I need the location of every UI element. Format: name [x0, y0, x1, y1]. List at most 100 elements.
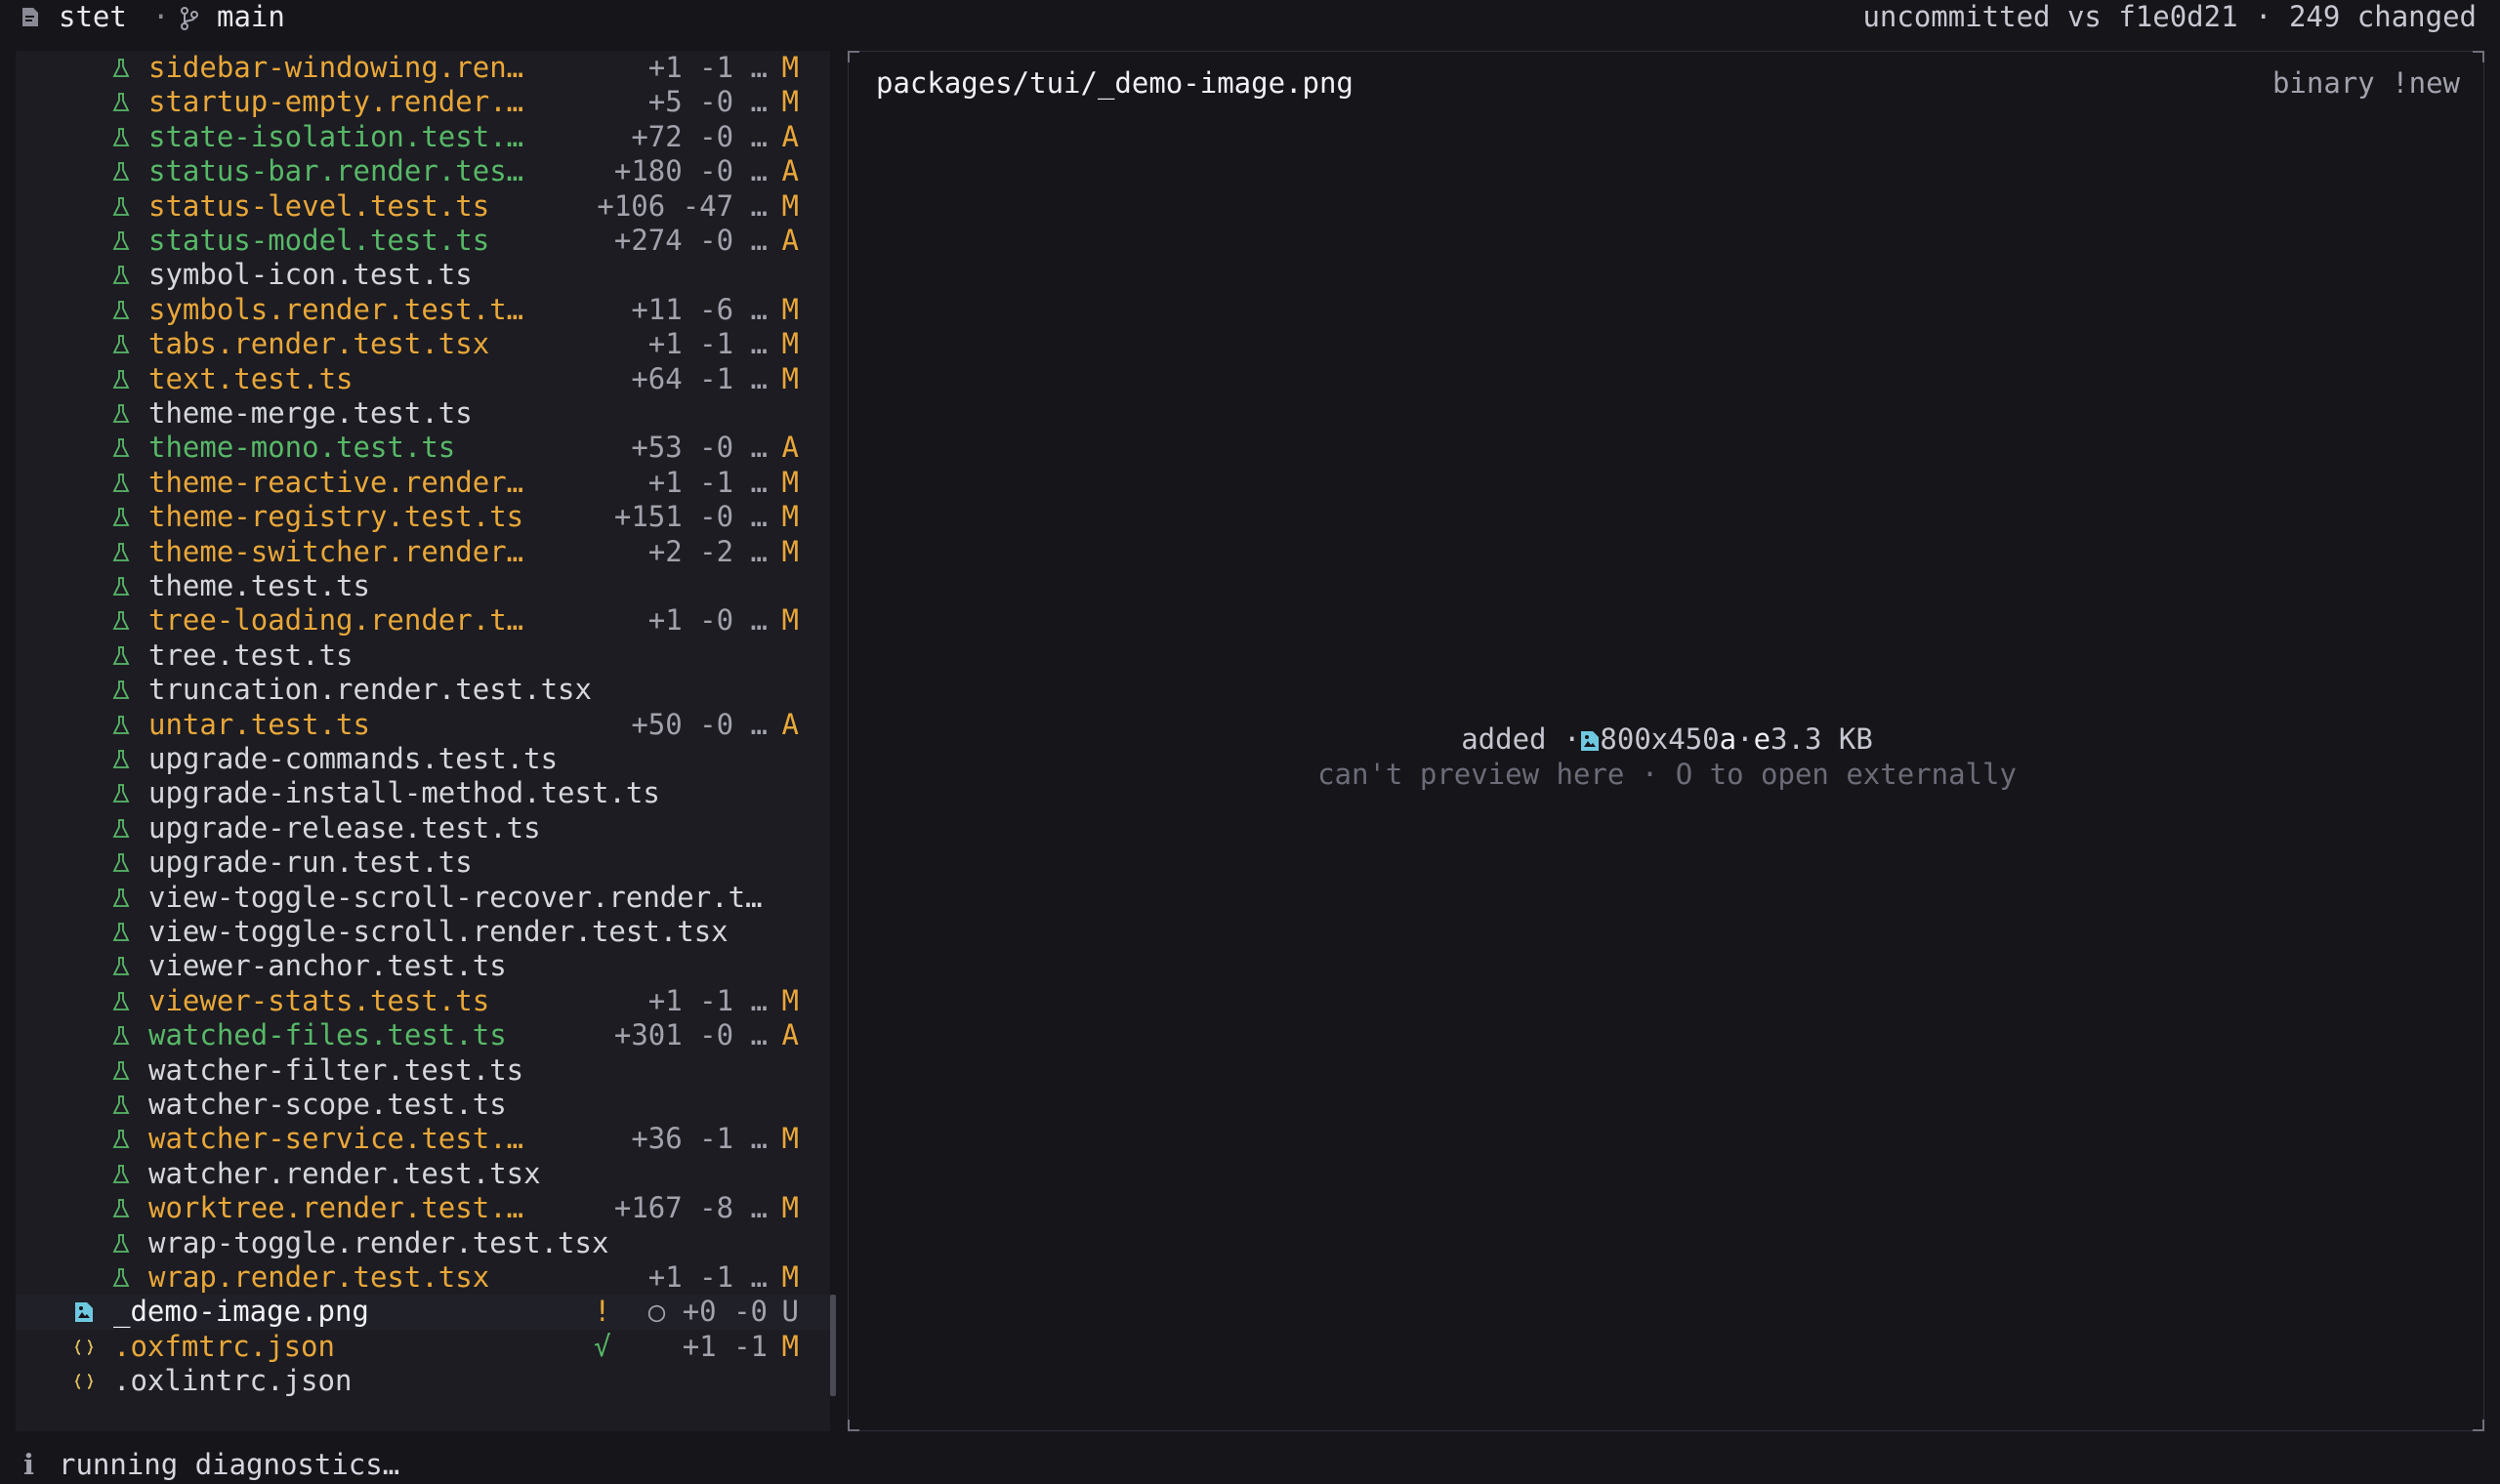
pane-corner: [848, 51, 859, 62]
change-badge: M: [781, 534, 799, 568]
file-name: wrap-toggle.render.test.tsx: [148, 1225, 609, 1259]
json-icon: [74, 1364, 94, 1398]
file-tree-row[interactable]: upgrade-release.test.ts: [16, 811, 830, 845]
change-badge: M: [781, 51, 799, 84]
flask-icon: [111, 1088, 131, 1122]
file-tree-row[interactable]: wrap.render.test.tsx +1 -1 … M: [16, 1260, 830, 1295]
file-tree-row[interactable]: untar.test.ts +50 -0 … A: [16, 708, 830, 742]
file-tree-row[interactable]: _demo-image.png! ○ +0 -0 U: [16, 1295, 830, 1330]
file-tree-row[interactable]: tabs.render.test.tsx +1 -1 … M: [16, 327, 830, 361]
diff-stats: ○ +0 -0: [647, 1295, 768, 1329]
change-badge: M: [781, 1260, 799, 1294]
file-tree-row[interactable]: startup-empty.render.… +5 -0 … M: [16, 85, 830, 119]
flask-icon: [111, 1122, 131, 1156]
file-tree-row[interactable]: state-isolation.test.… +72 -0 … A: [16, 120, 830, 154]
file-name: state-isolation.test.…: [148, 119, 524, 153]
sidebar-scrollbar[interactable]: [830, 1295, 836, 1396]
image-icon: [1581, 731, 1600, 751]
file-tree-row[interactable]: theme-reactive.render… +1 -1 … M: [16, 466, 830, 500]
file-tree-row[interactable]: watcher-filter.test.ts: [16, 1053, 830, 1088]
file-tree-row[interactable]: viewer-stats.test.ts +1 -1 … M: [16, 984, 830, 1018]
file-tree-row[interactable]: theme-registry.test.ts +151 -0 … M: [16, 500, 830, 534]
diff-status: uncommitted vs f1e0d21 · 249 changed: [1862, 0, 2477, 33]
file-name: theme-reactive.render…: [148, 465, 524, 499]
file-name: _demo-image.png: [113, 1295, 369, 1329]
file-tree-row[interactable]: truncation.render.test.tsx: [16, 673, 830, 707]
change-badge: U: [781, 1295, 799, 1329]
flask-icon: [111, 85, 131, 119]
branch-name[interactable]: main: [217, 0, 285, 34]
diff-stats: +151 -0 …: [613, 500, 768, 534]
file-tree-row[interactable]: wrap-toggle.render.test.tsx: [16, 1226, 830, 1260]
file-tree-row[interactable]: watcher-service.test.… +36 -1 … M: [16, 1122, 830, 1156]
file-name: theme.test.ts: [148, 569, 370, 602]
flask-icon: [111, 224, 131, 258]
image-file-icon: [74, 1295, 94, 1329]
json-icon: [74, 1330, 94, 1364]
pane-corner: [2473, 1420, 2484, 1431]
file-tree-row[interactable]: text.test.ts +64 -1 … M: [16, 362, 830, 396]
change-badge: M: [781, 188, 799, 223]
file-tree-row[interactable]: sidebar-windowing.ren… +1 -1 … M: [16, 51, 830, 85]
file-tree-row[interactable]: upgrade-commands.test.ts: [16, 742, 830, 776]
file-tree-row[interactable]: theme.test.ts: [16, 569, 830, 603]
file-tree-row[interactable]: .oxlintrc.json: [16, 1364, 830, 1398]
file-name: view-toggle-scroll-recover.render.t…: [148, 880, 763, 914]
change-badge: A: [781, 154, 799, 188]
file-tree-row[interactable]: watcher-scope.test.ts: [16, 1088, 830, 1122]
file-tree-row[interactable]: symbol-icon.test.ts: [16, 258, 830, 292]
diff-stats: +1 -1 …: [647, 983, 768, 1017]
file-tree-row[interactable]: upgrade-install-method.test.ts: [16, 776, 830, 810]
flask-icon: [111, 1191, 131, 1225]
summary-prefix: added ·: [1461, 722, 1581, 756]
diff-stats: +53 -0 …: [631, 431, 768, 465]
file-name: theme-merge.test.ts: [148, 396, 473, 430]
file-tree-row[interactable]: upgrade-run.test.ts: [16, 845, 830, 880]
file-tree-row[interactable]: theme-merge.test.ts: [16, 396, 830, 431]
summary-tail-e: e: [1753, 722, 1771, 756]
file-tree-row[interactable]: .oxfmtrc.json √ +1 -1 M: [16, 1330, 830, 1364]
file-tree-row[interactable]: theme-mono.test.ts +53 -0 … A: [16, 431, 830, 465]
flask-icon: [111, 51, 131, 85]
file-tree-row[interactable]: theme-switcher.render… +2 -2 … M: [16, 535, 830, 569]
file-tree-row[interactable]: watched-files.test.ts +301 -0 … A: [16, 1018, 830, 1052]
file-name: watcher.render.test.tsx: [148, 1156, 541, 1190]
change-badge: M: [781, 85, 799, 119]
file-tree-row[interactable]: status-level.test.ts +106 -47 … M: [16, 189, 830, 224]
diff-stats: +180 -0 …: [613, 154, 768, 188]
file-size: 3.3 KB: [1771, 722, 1873, 756]
file-tree-row[interactable]: tree-loading.render.t… +1 -0 … M: [16, 603, 830, 638]
file-name: sidebar-windowing.ren…: [148, 51, 524, 84]
file-tree-row[interactable]: watcher.render.test.tsx: [16, 1157, 830, 1191]
diff-stats: +2 -2 …: [647, 534, 768, 568]
file-tree-row[interactable]: tree.test.ts: [16, 639, 830, 673]
file-tree-row[interactable]: viewer-anchor.test.ts: [16, 949, 830, 983]
file-name: watched-files.test.ts: [148, 1018, 507, 1052]
change-badge: M: [781, 292, 799, 326]
file-tree-sidebar[interactable]: sidebar-windowing.ren… +1 -1 … Mstartup-em…: [16, 51, 836, 1431]
change-badge: M: [781, 1191, 799, 1225]
change-badge: M: [781, 327, 799, 361]
file-tree-row[interactable]: view-toggle-scroll-recover.render.t…: [16, 881, 830, 915]
file-tree-row[interactable]: status-bar.render.tes… +180 -0 … A: [16, 154, 830, 188]
file-name: upgrade-commands.test.ts: [148, 742, 559, 775]
file-tree-row[interactable]: view-toggle-scroll.render.test.tsx: [16, 915, 830, 949]
flask-icon: [111, 189, 131, 224]
change-badge: M: [781, 1329, 799, 1363]
diff-stats: +1 -1: [682, 1329, 768, 1363]
file-name: worktree.render.test.…: [148, 1191, 524, 1225]
flask-icon: [111, 120, 131, 154]
flask-icon: [111, 293, 131, 327]
file-tree-row[interactable]: symbols.render.test.t… +11 -6 … M: [16, 293, 830, 327]
change-badge: M: [781, 361, 799, 395]
preview-hint: can't preview here · O to open externall…: [1317, 758, 2017, 791]
flask-icon: [111, 603, 131, 638]
flask-icon: [111, 500, 131, 534]
file-name: viewer-anchor.test.ts: [148, 949, 507, 983]
diff-stats: +301 -0 …: [613, 1018, 768, 1052]
flask-icon: [111, 881, 131, 915]
file-tree-row[interactable]: worktree.render.test.… +167 -8 … M: [16, 1191, 830, 1225]
image-dimensions: 800x450: [1600, 722, 1720, 756]
file-tree-row[interactable]: status-model.test.ts +274 -0 … A: [16, 224, 830, 258]
diff-stats: +106 -47 …: [597, 188, 768, 223]
